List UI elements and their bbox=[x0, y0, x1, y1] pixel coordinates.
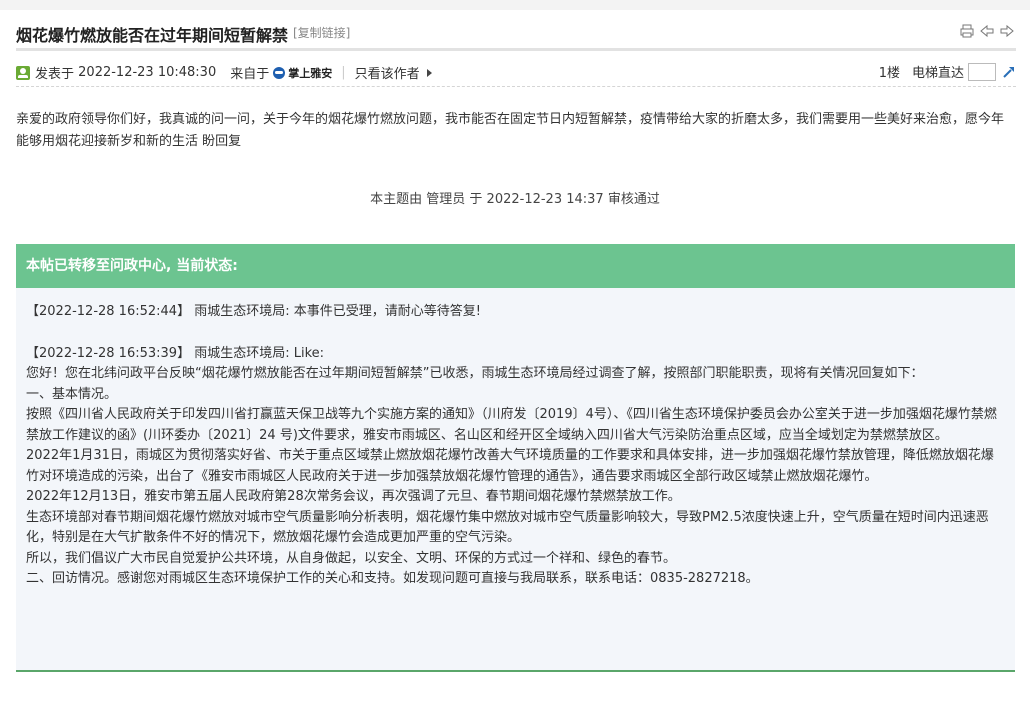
title-actions bbox=[960, 24, 1014, 38]
reply-paragraph: 按照《四川省人民政府关于印发四川省打赢蓝天保卫战等九个实施方案的通知》（川府发〔… bbox=[26, 407, 997, 443]
arrow-right-icon bbox=[426, 68, 432, 77]
jump-label: 电梯直达 bbox=[911, 66, 964, 81]
reply-paragraph: 所以，我们倡议广大市民自觉爱护公共环境，从自身做起，以安全、文明、环保的方式过一… bbox=[26, 550, 677, 566]
posted-label: 发表于 bbox=[35, 67, 75, 82]
posted-time: 2022-12-23 10:48:30 bbox=[78, 65, 217, 80]
audit-notice: 本主题由 管理员 于 2022-12-23 14:37 审核通过 bbox=[370, 192, 660, 207]
copy-link-button[interactable]: [复制链接] bbox=[293, 24, 350, 41]
reply-entry: 【2022-12-28 16:52:44】 雨城生态环境局: 本事件已受理，请耐… bbox=[26, 304, 481, 319]
divider: | bbox=[341, 65, 346, 80]
previous-thread-icon[interactable] bbox=[980, 24, 994, 38]
wenzheng-panel: 【2022-12-28 16:52:44】 雨城生态环境局: 本事件已受理，请耐… bbox=[16, 288, 1015, 672]
from-label: 来自于 bbox=[230, 67, 270, 82]
reply-paragraph: 您好！您在北纬问政平台反映“烟花爆竹燃放能否在过年期间短暂解禁”已收悉，雨城生态… bbox=[26, 366, 924, 381]
from-app-name: 掌上雅安 bbox=[288, 66, 333, 80]
reply-content: 您好！您在北纬问政平台反映“烟花爆竹燃放能否在过年期间短暂解禁”已收悉，雨城生态… bbox=[26, 364, 1001, 590]
next-thread-icon[interactable] bbox=[1000, 24, 1014, 38]
print-icon[interactable] bbox=[960, 24, 974, 38]
top-strip bbox=[0, 0, 1030, 10]
floor-jump-input[interactable] bbox=[968, 62, 996, 81]
reply-paragraph: 一、基本情况。 bbox=[26, 386, 118, 402]
online-user-icon bbox=[16, 65, 30, 80]
reply-entry: 【2022-12-28 16:53:39】 雨城生态环境局: Like: bbox=[26, 346, 325, 361]
post-content: 亲爱的政府领导你们好，我真诚的问一问，关于今年的烟花爆竹燃放问题，我市能否在固定… bbox=[16, 112, 1005, 149]
wenzheng-status-header: 本帖已转移至问政中心, 当前状态: bbox=[16, 244, 1015, 288]
from-app-link[interactable]: 掌上雅安 bbox=[273, 65, 332, 81]
reply-paragraph: 生态环境部对春节期间烟花爆竹燃放对城市空气质量影响分析表明，烟花爆竹集中燃放对城… bbox=[26, 509, 989, 546]
only-author-link[interactable]: 只看该作者 bbox=[355, 63, 420, 82]
reply-paragraph: 二、回访情况。感谢您对雨城区生态环境保护工作的关心和支持。如发现问题可直接与我局… bbox=[26, 571, 759, 586]
jump-go-icon[interactable] bbox=[1002, 65, 1016, 79]
thread-title-bar: 烟花爆竹燃放能否在过年期间短暂解禁 [复制链接] bbox=[16, 14, 1016, 51]
app-logo-icon bbox=[273, 66, 286, 79]
thread-title: 烟花爆竹燃放能否在过年期间短暂解禁 bbox=[16, 26, 289, 45]
reply-paragraph: 2022年12月13日，雅安市第五届人民政府第28次常务会议，再次强调了元旦、春… bbox=[26, 489, 681, 504]
post-meta: 发表于 2022-12-23 10:48:30 来自于 掌上雅安 | 只看该作者… bbox=[16, 58, 1016, 87]
reply-paragraph: 2022年1月31日，雨城区为贯彻落实好省、市关于重点区域禁止燃放烟花爆竹改善大… bbox=[26, 448, 994, 484]
floor-number: 1楼 bbox=[878, 66, 900, 81]
